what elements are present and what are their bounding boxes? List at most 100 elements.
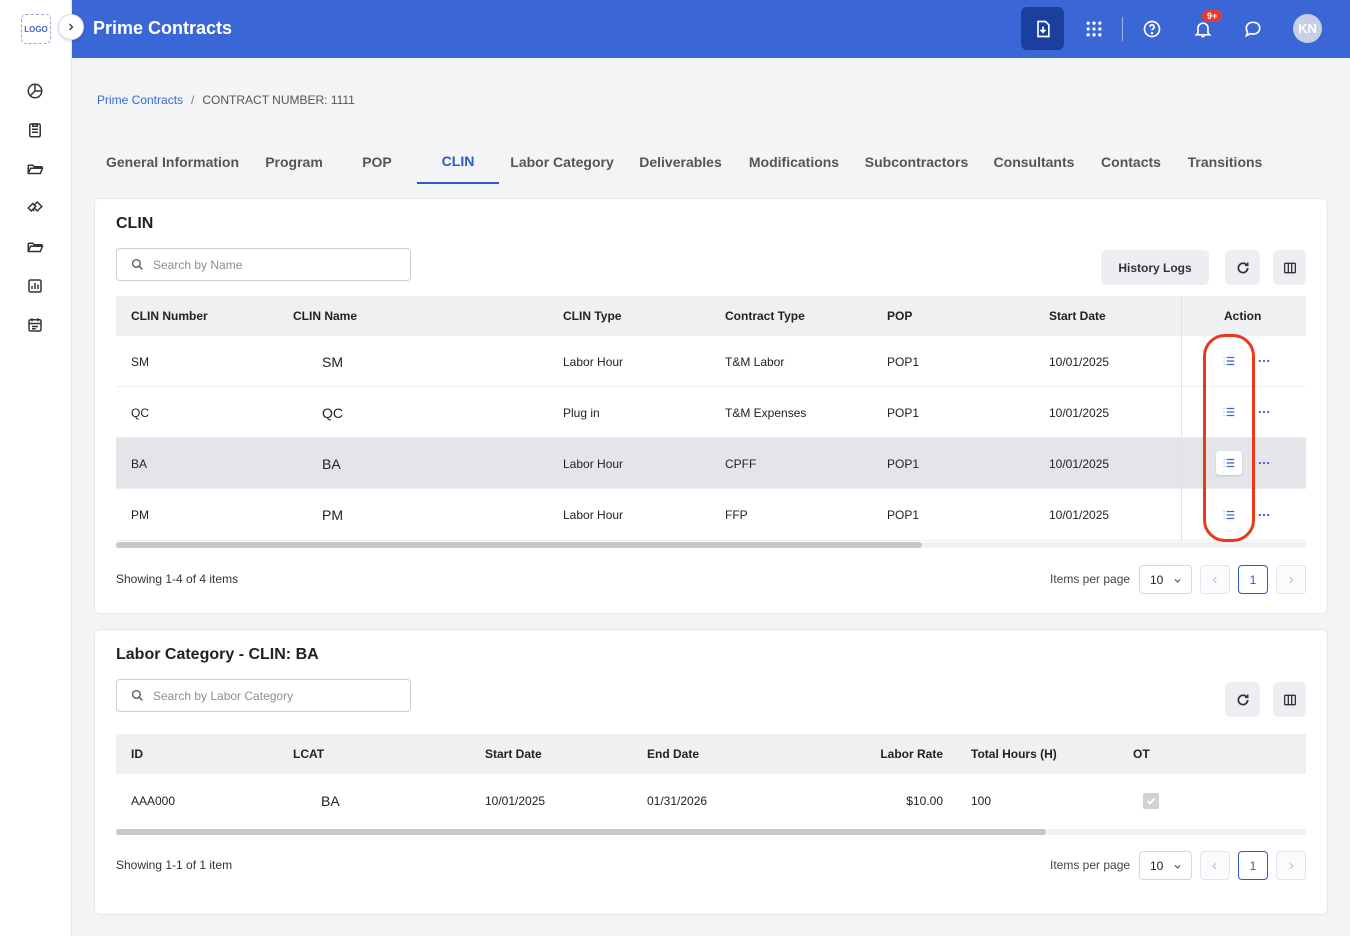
tab-pop[interactable]: POP — [337, 140, 417, 184]
clin-number-cell: BA — [131, 456, 148, 471]
tab-deliverables[interactable]: Deliverables — [625, 140, 736, 184]
clin-horizontal-scrollbar[interactable] — [116, 542, 922, 548]
folder-icon[interactable] — [24, 236, 46, 258]
list-icon — [1223, 458, 1235, 468]
start-date-cell: 10/01/2025 — [1049, 508, 1110, 522]
more-horizontal-icon — [1258, 513, 1270, 517]
clin-next-page-button[interactable] — [1276, 565, 1306, 594]
chat-button[interactable] — [1231, 7, 1274, 50]
tab-program[interactable]: Program — [251, 140, 337, 184]
tab-transitions[interactable]: Transitions — [1175, 140, 1275, 184]
start-date-cell: 10/01/2025 — [1049, 456, 1110, 471]
clin-name-cell: PM — [322, 507, 343, 523]
history-logs-button[interactable]: History Logs — [1101, 250, 1209, 285]
labor-next-page-button[interactable] — [1276, 851, 1306, 880]
clin-name-cell: BA — [322, 455, 341, 472]
clin-type-cell: Labor Hour — [563, 354, 624, 369]
labor-prev-page-button[interactable] — [1200, 851, 1230, 880]
labor-category-card: Labor Category - CLIN: BA Search by Labo… — [94, 629, 1328, 915]
labor-items-per-page-label: Items per page — [1050, 858, 1131, 872]
handshake-icon[interactable] — [24, 197, 46, 219]
action-cell — [1181, 336, 1306, 386]
col-start-date: Start Date — [485, 747, 542, 761]
clin-items-per-page-select[interactable]: 10 — [1139, 565, 1192, 594]
clin-table-header: CLIN Number CLIN Name CLIN Type Contract… — [116, 296, 1306, 336]
clin-number-cell: PM — [131, 508, 149, 522]
table-row[interactable]: AAA000 BA 10/01/2025 01/31/2026 $10.00 1… — [116, 774, 1306, 828]
labor-items-per-page-select[interactable]: 10 — [1139, 851, 1192, 880]
col-labor-rate: Labor Rate — [880, 747, 943, 761]
labor-page-1-button[interactable]: 1 — [1238, 851, 1268, 880]
dashboard-icon[interactable] — [24, 80, 46, 102]
table-row[interactable]: SM SM Labor Hour T&M Labor POP1 10/01/20… — [116, 336, 1306, 387]
lcat-cell: BA — [321, 793, 340, 809]
tab-consultants[interactable]: Consultants — [981, 140, 1087, 184]
sidebar-toggle-button[interactable] — [58, 14, 84, 40]
view-labor-category-button[interactable] — [1216, 400, 1242, 424]
labor-refresh-button[interactable] — [1225, 682, 1260, 717]
columns-icon — [1283, 262, 1296, 273]
labor-columns-button[interactable] — [1273, 682, 1306, 717]
tab-modifications[interactable]: Modifications — [736, 140, 852, 184]
more-actions-button[interactable] — [1254, 351, 1274, 371]
pop-cell: POP1 — [887, 405, 920, 420]
breadcrumb-separator: / — [191, 93, 195, 107]
col-id: ID — [131, 747, 143, 761]
labor-rate-cell: $10.00 — [906, 794, 943, 808]
clin-search-input[interactable]: Search by Name — [116, 248, 411, 281]
breadcrumb-current: CONTRACT NUMBER: 1111 — [202, 93, 355, 107]
view-labor-category-button[interactable] — [1216, 349, 1242, 373]
apps-button[interactable] — [1072, 7, 1115, 50]
folder-open-icon[interactable] — [24, 158, 46, 180]
col-end-date: End Date — [647, 747, 700, 761]
col-contract-type: Contract Type — [725, 309, 805, 323]
total-hours-cell: 100 — [971, 794, 992, 808]
clipboard-icon[interactable] — [24, 119, 46, 141]
labor-search-input[interactable]: Search by Labor Category — [116, 679, 411, 712]
table-row[interactable]: QC QC Plug in T&M Expenses POP1 10/01/20… — [116, 387, 1306, 438]
tab-labor-category[interactable]: Labor Category — [499, 140, 625, 184]
tab-subcontractors[interactable]: Subcontractors — [852, 140, 981, 184]
clin-refresh-button[interactable] — [1225, 250, 1260, 285]
tab-general-information[interactable]: General Information — [94, 140, 251, 184]
col-total-hours: Total Hours (H) — [971, 747, 1057, 761]
clin-card: CLIN Search by Name History Logs CLIN Nu… — [94, 198, 1328, 614]
chevron-left-icon — [1212, 862, 1217, 869]
more-actions-button[interactable] — [1254, 402, 1274, 422]
more-actions-button[interactable] — [1254, 505, 1274, 525]
col-pop: POP — [887, 309, 913, 323]
view-labor-category-button[interactable] — [1216, 451, 1242, 475]
clin-name-cell: QC — [322, 404, 343, 421]
help-icon — [1143, 20, 1160, 37]
col-lcat: LCAT — [293, 747, 325, 761]
download-button[interactable] — [1021, 7, 1064, 50]
chevron-right-icon — [1289, 862, 1294, 869]
chevron-right-icon — [69, 23, 74, 31]
contract-type-cell: T&M Expenses — [725, 405, 807, 420]
ot-cell — [1143, 774, 1159, 828]
table-row-selected[interactable]: BA BA Labor Hour CPFF POP1 10/01/2025 — [116, 438, 1306, 489]
clin-items-per-page-label: Items per page — [1050, 572, 1131, 586]
more-actions-button[interactable] — [1254, 453, 1274, 473]
clin-page-1-button[interactable]: 1 — [1238, 565, 1268, 594]
list-icon — [1223, 356, 1235, 366]
calendar-icon[interactable] — [24, 314, 46, 336]
tab-contacts[interactable]: Contacts — [1087, 140, 1175, 184]
labor-table-header: ID LCAT Start Date End Date Labor Rate T… — [116, 734, 1306, 774]
clin-columns-button[interactable] — [1273, 250, 1306, 285]
labor-horizontal-scrollbar[interactable] — [116, 829, 1046, 835]
breadcrumb-root-link[interactable]: Prime Contracts — [97, 93, 183, 107]
clin-name-cell: SM — [322, 353, 343, 370]
list-icon — [1223, 510, 1235, 520]
report-chart-icon[interactable] — [24, 275, 46, 297]
table-row[interactable]: PM PM Labor Hour FFP POP1 10/01/2025 — [116, 489, 1306, 541]
search-icon — [131, 258, 143, 270]
view-labor-category-button[interactable] — [1216, 503, 1242, 527]
start-date-cell: 10/01/2025 — [1049, 354, 1110, 369]
help-button[interactable] — [1130, 7, 1173, 50]
chevron-left-icon — [1212, 576, 1217, 583]
avatar[interactable]: KN — [1293, 14, 1322, 43]
sidebar: LOGO — [0, 0, 72, 936]
tab-clin[interactable]: CLIN — [417, 140, 499, 184]
clin-prev-page-button[interactable] — [1200, 565, 1230, 594]
